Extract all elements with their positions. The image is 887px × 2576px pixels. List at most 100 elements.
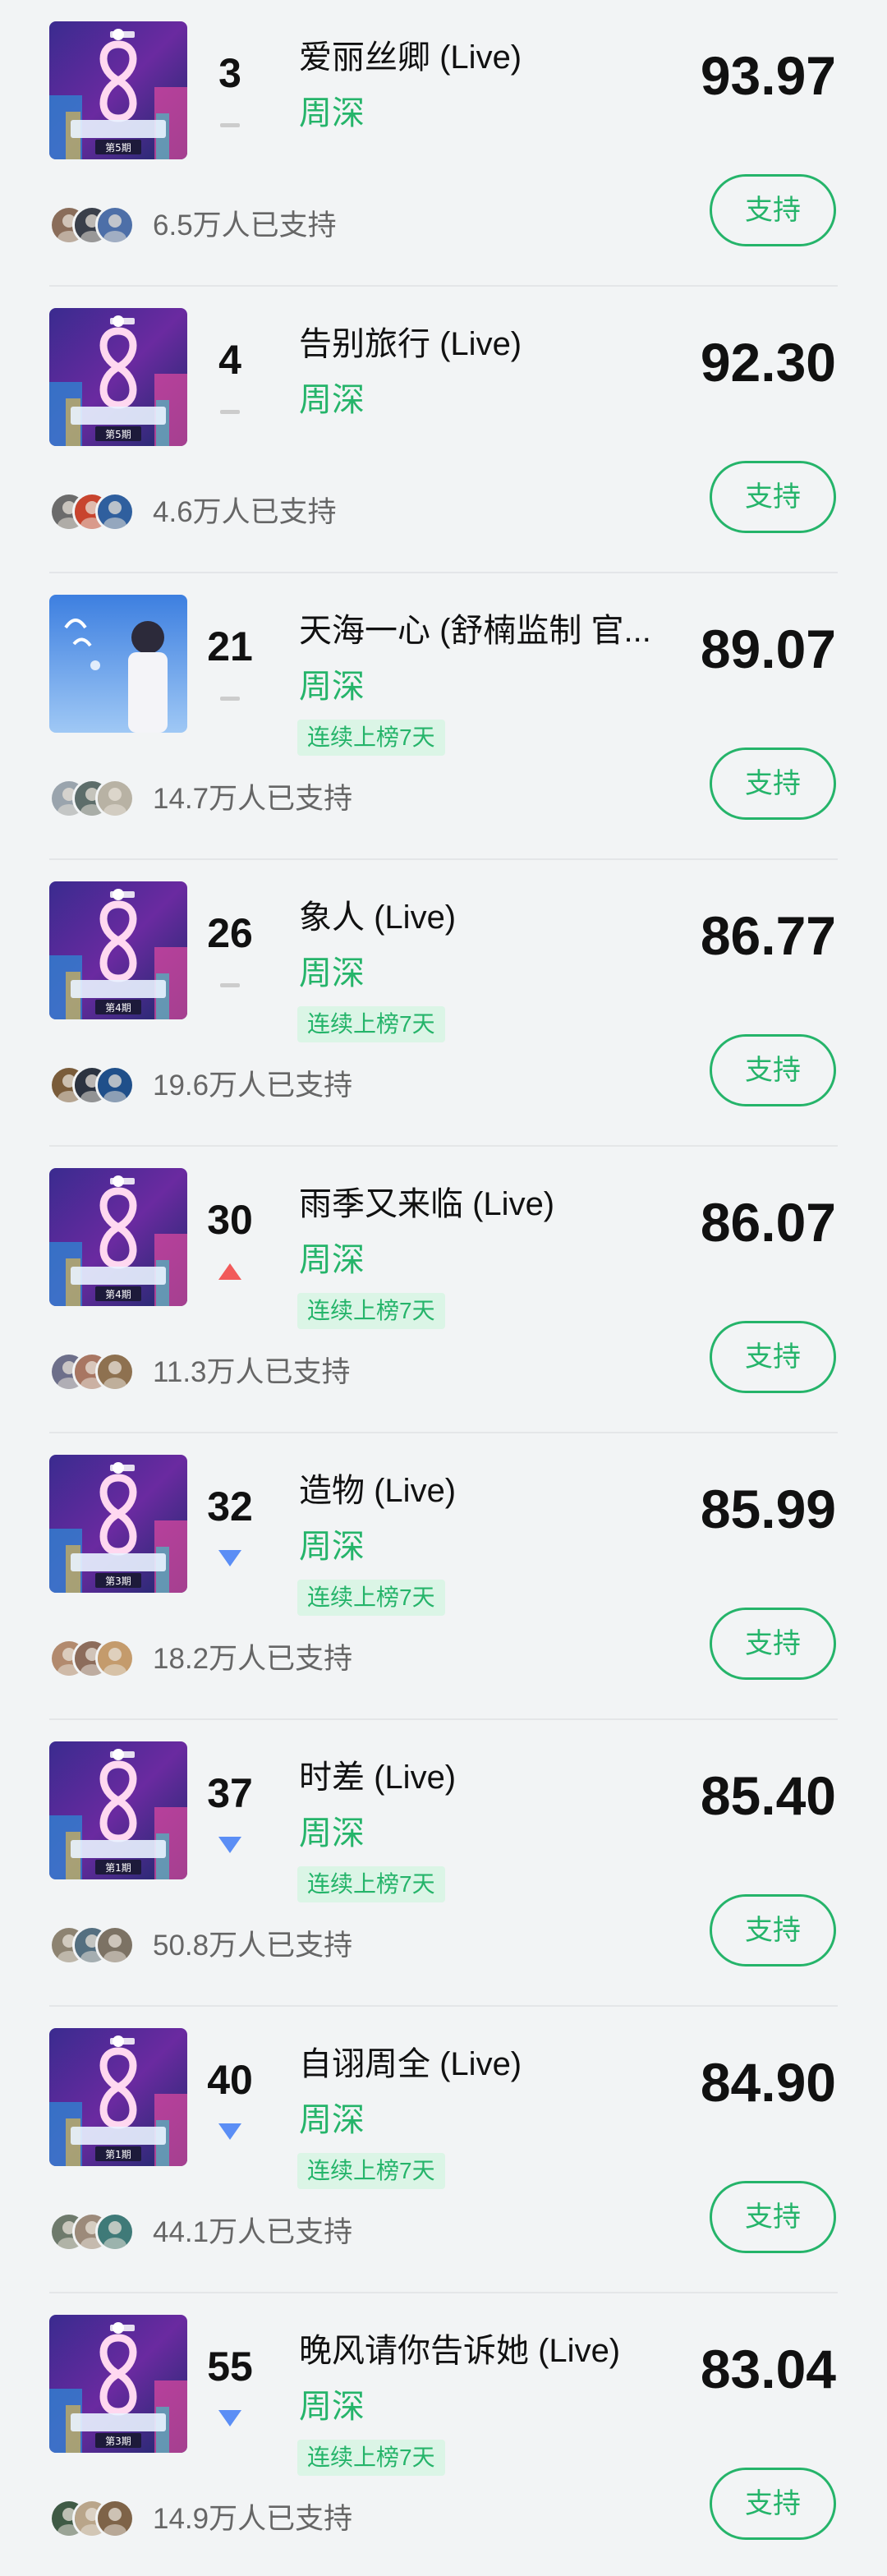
album-cover-art: 第1期 bbox=[49, 1741, 187, 1879]
support-button[interactable]: 支持 bbox=[710, 174, 836, 246]
rank-number: 37 bbox=[207, 1770, 253, 1816]
rank-unchanged-icon bbox=[220, 983, 240, 987]
streak-badge: 连续上榜7天 bbox=[297, 1006, 445, 1042]
streak-badge: 连续上榜7天 bbox=[297, 1580, 445, 1616]
supporter-avatars bbox=[49, 1925, 145, 1966]
episode-label: 第5期 bbox=[105, 142, 131, 154]
episode-label: 第4期 bbox=[105, 1002, 131, 1014]
episode-label: 第5期 bbox=[105, 429, 131, 440]
score-value: 84.90 bbox=[700, 2052, 836, 2113]
score-value: 83.04 bbox=[700, 2339, 836, 2399]
episode-label: 第1期 bbox=[105, 2149, 131, 2160]
chart-list-item[interactable]: 第1期 40 自诩周全 (Live) 周深 连续上榜7天 84.90 44.1万… bbox=[0, 2007, 887, 2293]
artist-name[interactable]: 周深 bbox=[299, 1812, 365, 1855]
song-title[interactable]: 天海一心 (舒楠监制 官... bbox=[299, 610, 669, 652]
rank-trend bbox=[217, 2408, 243, 2428]
chart-list-item[interactable]: 第4期 26 象人 (Live) 周深 连续上榜7天 86.77 19.6万人已… bbox=[0, 860, 887, 1147]
rank-up-icon bbox=[218, 1263, 241, 1280]
song-title[interactable]: 爱丽丝卿 (Live) bbox=[299, 36, 669, 79]
rank-trend bbox=[217, 1548, 243, 1568]
album-cover-art: 第5期 bbox=[49, 308, 187, 446]
support-button[interactable]: 支持 bbox=[710, 2468, 836, 2540]
supporter-avatars bbox=[49, 779, 145, 820]
album-cover[interactable]: 第3期 bbox=[49, 2315, 187, 2453]
supporter-count: 50.8万人已支持 bbox=[153, 1930, 353, 1962]
support-button[interactable]: 支持 bbox=[710, 461, 836, 533]
support-button[interactable]: 支持 bbox=[710, 1608, 836, 1680]
album-cover[interactable]: 第1期 bbox=[49, 2028, 187, 2166]
supporter-count: 11.3万人已支持 bbox=[153, 1356, 351, 1388]
score-value: 89.07 bbox=[700, 619, 836, 679]
supporter-avatars bbox=[49, 1065, 145, 1106]
artist-name[interactable]: 周深 bbox=[299, 1239, 365, 1281]
rank-trend bbox=[217, 1835, 243, 1855]
album-cover[interactable]: 第4期 bbox=[49, 1168, 187, 1306]
supporter-avatar bbox=[95, 1352, 135, 1392]
song-title[interactable]: 自诩周全 (Live) bbox=[299, 2043, 669, 2086]
rank-trend bbox=[217, 688, 243, 708]
chart-list-item[interactable]: 第3期 32 造物 (Live) 周深 连续上榜7天 85.99 18.2万人已… bbox=[0, 1433, 887, 1720]
chart-list-item[interactable]: 第1期 37 时差 (Live) 周深 连续上榜7天 85.40 50.8万人已… bbox=[0, 1720, 887, 2007]
support-button[interactable]: 支持 bbox=[710, 1321, 836, 1393]
chart-list-item[interactable]: 第5期 3 爱丽丝卿 (Live) 周深 93.97 6.5万人已支持 支持 bbox=[0, 0, 887, 287]
rank-down-icon bbox=[218, 2410, 241, 2426]
song-title[interactable]: 雨季又来临 (Live) bbox=[299, 1183, 669, 1226]
supporter-count: 18.2万人已支持 bbox=[153, 1643, 353, 1675]
rank-down-icon bbox=[218, 1837, 241, 1853]
rank-unchanged-icon bbox=[220, 697, 240, 701]
supporter-avatars bbox=[49, 1352, 145, 1393]
episode-label: 第3期 bbox=[105, 2436, 131, 2447]
supporter-count: 44.1万人已支持 bbox=[153, 2216, 353, 2248]
artist-name[interactable]: 周深 bbox=[299, 2385, 365, 2428]
album-cover[interactable] bbox=[49, 595, 187, 733]
artist-name[interactable]: 周深 bbox=[299, 92, 365, 135]
album-cover[interactable]: 第4期 bbox=[49, 881, 187, 1019]
episode-label: 第3期 bbox=[105, 1576, 131, 1587]
song-title[interactable]: 造物 (Live) bbox=[299, 1470, 669, 1512]
score-value: 86.77 bbox=[700, 905, 836, 966]
rank-number: 32 bbox=[207, 1484, 253, 1530]
song-title[interactable]: 告别旅行 (Live) bbox=[299, 323, 669, 366]
artist-name[interactable]: 周深 bbox=[299, 1525, 365, 1568]
supporter-count: 14.7万人已支持 bbox=[153, 783, 353, 815]
rank-unchanged-icon bbox=[220, 123, 240, 127]
supporter-avatar bbox=[95, 779, 135, 818]
chart-list-item[interactable]: 第3期 55 晚风请你告诉她 (Live) 周深 连续上榜7天 83.04 14… bbox=[0, 2293, 887, 2576]
song-title[interactable]: 象人 (Live) bbox=[299, 896, 669, 939]
support-button[interactable]: 支持 bbox=[710, 1894, 836, 1966]
song-title[interactable]: 晚风请你告诉她 (Live) bbox=[299, 2330, 669, 2372]
streak-badge: 连续上榜7天 bbox=[297, 1866, 445, 1902]
album-cover-art: 第4期 bbox=[49, 1168, 187, 1306]
supporter-count: 4.6万人已支持 bbox=[153, 496, 337, 528]
album-cover[interactable]: 第3期 bbox=[49, 1455, 187, 1593]
supporter-avatars bbox=[49, 1639, 145, 1680]
album-cover[interactable]: 第5期 bbox=[49, 308, 187, 446]
rank-down-icon bbox=[218, 1550, 241, 1566]
artist-name[interactable]: 周深 bbox=[299, 2099, 365, 2141]
support-button[interactable]: 支持 bbox=[710, 1034, 836, 1106]
album-cover-art: 第4期 bbox=[49, 881, 187, 1019]
streak-badge: 连续上榜7天 bbox=[297, 720, 445, 756]
chart-list-item[interactable]: 第5期 4 告别旅行 (Live) 周深 92.30 4.6万人已支持 支持 bbox=[0, 287, 887, 573]
artist-name[interactable]: 周深 bbox=[299, 665, 365, 708]
song-title[interactable]: 时差 (Live) bbox=[299, 1756, 669, 1799]
artist-name[interactable]: 周深 bbox=[299, 379, 365, 421]
artist-name[interactable]: 周深 bbox=[299, 952, 365, 995]
support-button[interactable]: 支持 bbox=[710, 748, 836, 820]
rank-unchanged-icon bbox=[220, 410, 240, 414]
support-button[interactable]: 支持 bbox=[710, 2181, 836, 2253]
rank-trend bbox=[217, 115, 243, 135]
album-cover[interactable]: 第1期 bbox=[49, 1741, 187, 1879]
supporter-count: 19.6万人已支持 bbox=[153, 1070, 353, 1102]
score-value: 85.40 bbox=[700, 1765, 836, 1826]
rank-number: 21 bbox=[207, 623, 253, 669]
supporter-avatar bbox=[95, 2212, 135, 2252]
supporter-avatars bbox=[49, 205, 145, 246]
streak-badge: 连续上榜7天 bbox=[297, 2153, 445, 2189]
score-value: 92.30 bbox=[700, 332, 836, 393]
chart-list-item[interactable]: 第4期 30 雨季又来临 (Live) 周深 连续上榜7天 86.07 11.3… bbox=[0, 1147, 887, 1433]
rank-down-icon bbox=[218, 2123, 241, 2140]
supporter-avatar bbox=[95, 1065, 135, 1105]
album-cover[interactable]: 第5期 bbox=[49, 21, 187, 159]
chart-list-item[interactable]: 21 天海一心 (舒楠监制 官... 周深 连续上榜7天 89.07 14.7万… bbox=[0, 573, 887, 860]
